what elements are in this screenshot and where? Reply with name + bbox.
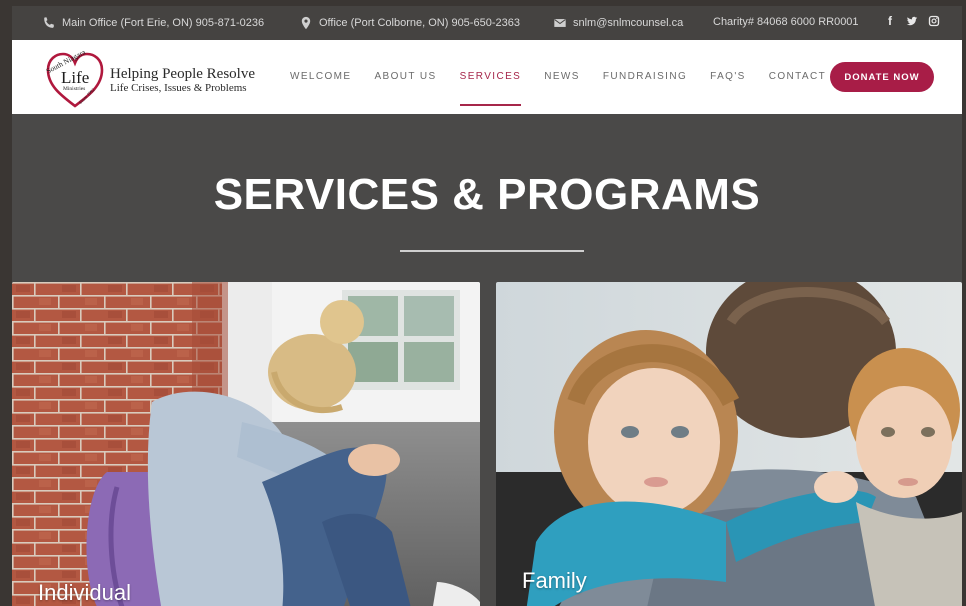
location-pin-icon xyxy=(301,16,311,30)
service-card-family[interactable]: Family xyxy=(496,282,962,606)
nav-welcome[interactable]: WELCOME xyxy=(290,40,351,114)
instagram-icon[interactable] xyxy=(928,14,940,28)
main-nav: WELCOME ABOUT US SERVICES NEWS FUNDRAISI… xyxy=(290,40,870,114)
email-link[interactable]: snlm@snlmcounsel.ca xyxy=(553,16,683,30)
envelope-icon xyxy=(554,19,566,27)
donate-button[interactable]: DONATE NOW xyxy=(830,62,934,92)
site-logo[interactable]: South Niagara Life Ministries Since 1992… xyxy=(42,46,262,110)
family-photo xyxy=(496,282,962,606)
heart-logo-icon: South Niagara Life Ministries Since 1992 xyxy=(45,47,104,108)
nav-faqs[interactable]: FAQ'S xyxy=(710,40,746,114)
phone-icon xyxy=(44,17,54,28)
charity-text: Charity# 84068 6000 RR0001 xyxy=(713,16,859,28)
logo-sub: Ministries xyxy=(63,86,85,92)
social-links: f xyxy=(884,14,940,28)
site-header: South Niagara Life Ministries Since 1992… xyxy=(12,40,962,114)
email-text: snlm@snlmcounsel.ca xyxy=(573,17,684,29)
hero-section: SERVICES & PROGRAMS xyxy=(12,114,962,282)
nav-services[interactable]: SERVICES xyxy=(459,40,522,114)
twitter-icon[interactable] xyxy=(906,14,918,28)
charity-number: Charity# 84068 6000 RR0001 xyxy=(713,16,859,28)
card-label-family: Family xyxy=(522,568,587,593)
top-info-bar: Main Office (Fort Erie, ON) 905-871-0236… xyxy=(12,6,962,40)
logo-tagline: Helping People Resolve Life Crises, Issu… xyxy=(110,66,255,95)
office-text: Office (Port Colborne, ON) 905-650-2363 xyxy=(319,17,520,29)
card-label-individual: Individual xyxy=(38,580,131,605)
title-divider xyxy=(400,250,584,252)
nav-about-us[interactable]: ABOUT US xyxy=(374,40,436,114)
facebook-icon[interactable]: f xyxy=(884,14,896,28)
service-card-individual[interactable]: Individual xyxy=(12,282,480,606)
logo-tagline-2: Life Crises, Issues & Problems xyxy=(110,82,247,94)
page-title: SERVICES & PROGRAMS xyxy=(213,170,761,219)
website: Main Office (Fort Erie, ON) 905-871-0236… xyxy=(12,6,962,606)
page-frame: Main Office (Fort Erie, ON) 905-871-0236… xyxy=(0,0,966,606)
logo-word: Life xyxy=(61,68,89,87)
main-office-phone[interactable]: Main Office (Fort Erie, ON) 905-871-0236 xyxy=(42,16,264,30)
office-phone[interactable]: Office (Port Colborne, ON) 905-650-2363 xyxy=(299,16,520,30)
nav-fundraising[interactable]: FUNDRAISING xyxy=(603,40,687,114)
individual-photo xyxy=(12,282,480,606)
logo-tagline-1: Helping People Resolve xyxy=(110,66,255,82)
nav-news[interactable]: NEWS xyxy=(544,40,580,114)
main-office-text: Main Office (Fort Erie, ON) 905-871-0236 xyxy=(62,17,265,29)
